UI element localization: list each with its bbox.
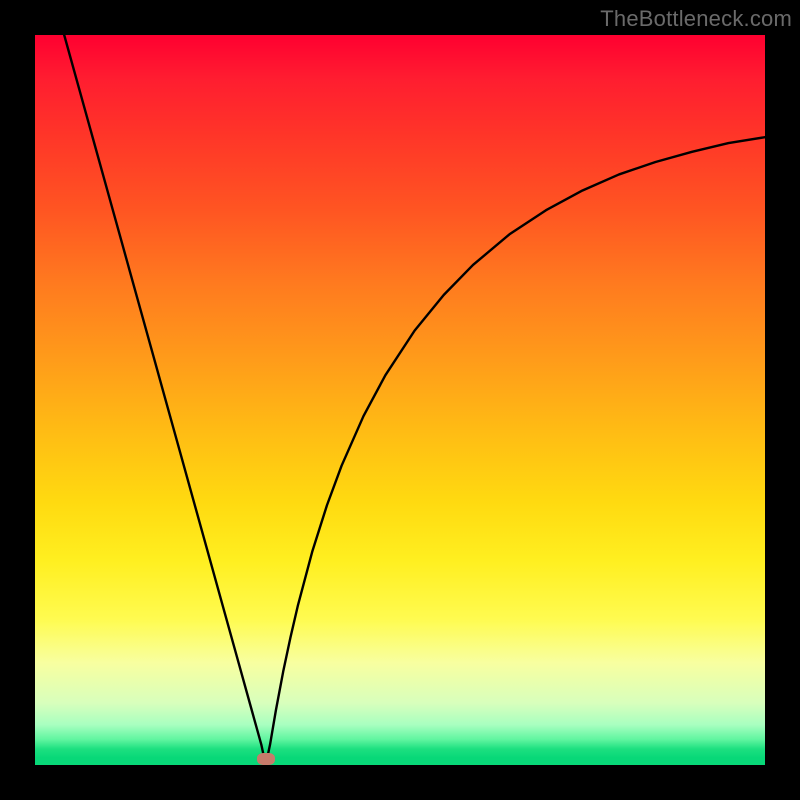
plot-area (35, 35, 765, 765)
bottleneck-curve (64, 35, 765, 765)
watermark-text: TheBottleneck.com (600, 6, 792, 32)
curve-svg (35, 35, 765, 765)
minimum-marker (257, 753, 275, 765)
chart-frame: TheBottleneck.com (0, 0, 800, 800)
